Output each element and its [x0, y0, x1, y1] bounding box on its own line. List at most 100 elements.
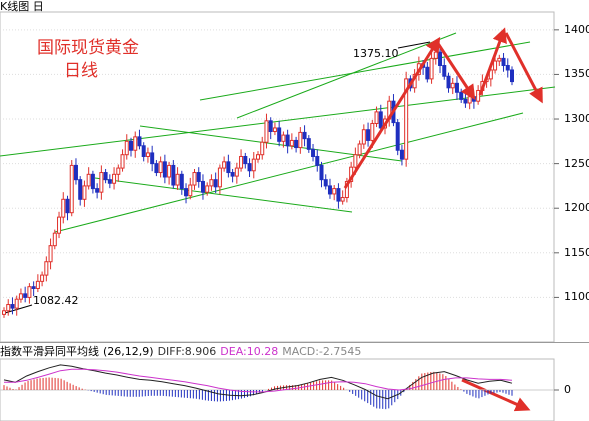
- candle-body: [378, 111, 383, 129]
- candle-body: [268, 120, 273, 133]
- candle-body: [433, 51, 438, 59]
- candle-body: [374, 111, 379, 124]
- candle-body: [205, 185, 210, 193]
- candle-body: [162, 161, 167, 178]
- candle-body: [234, 167, 239, 177]
- candle-body: [107, 179, 112, 184]
- candle-body: [306, 138, 311, 150]
- candle-body: [336, 188, 341, 202]
- candle-body: [497, 57, 502, 62]
- candle-body: [179, 173, 184, 190]
- y-tick-label: 1350: [564, 67, 589, 81]
- candle-body: [471, 96, 476, 102]
- peak-annotation: 1375.10: [353, 47, 399, 60]
- candle-body: [239, 155, 244, 169]
- candle-body: [40, 274, 45, 282]
- candle-body: [446, 75, 451, 89]
- candle-body: [476, 89, 481, 102]
- candle-body: [14, 298, 19, 309]
- candle-body: [73, 164, 78, 181]
- candle-body: [120, 154, 125, 169]
- candle-body: [48, 245, 53, 263]
- candle-body: [90, 173, 95, 190]
- arrows: [343, 27, 543, 412]
- trendline: [0, 86, 556, 157]
- candle-body: [361, 129, 366, 145]
- y-tick-label: 1300: [564, 112, 589, 126]
- candle-body: [459, 91, 464, 100]
- trend-arrow: [461, 378, 531, 412]
- macd-legend-params: (26,12,9): [103, 345, 154, 358]
- candle-body: [23, 293, 28, 298]
- candle-body: [251, 158, 256, 172]
- candle-body: [171, 164, 176, 186]
- candle-body: [438, 51, 443, 67]
- macd-legend: 指数平滑异同平均线 (26,12,9) DIFF:8.906 DEA:10.28 MAC…: [0, 345, 365, 359]
- candle-body: [311, 148, 316, 157]
- candle-body: [340, 197, 345, 202]
- candle-body: [353, 154, 358, 168]
- candle-body: [454, 82, 459, 93]
- window-title-bar: K线图 日: [0, 0, 44, 14]
- candle-body: [285, 134, 290, 147]
- candle-body: [112, 173, 117, 184]
- candle-body: [31, 286, 36, 289]
- candle-body: [272, 127, 277, 133]
- trendline: [54, 112, 524, 233]
- candle-body: [450, 82, 455, 89]
- candle-body: [213, 179, 218, 188]
- candle-body: [370, 122, 375, 141]
- candle-body: [467, 96, 472, 104]
- candle-body: [395, 122, 400, 151]
- candle-body: [327, 185, 332, 195]
- candle-body: [277, 127, 282, 142]
- candle-body: [366, 129, 371, 141]
- candle-body: [302, 131, 307, 140]
- candle-body: [256, 154, 260, 160]
- candle-body: [510, 69, 514, 83]
- candle-body: [332, 188, 337, 195]
- candle-body: [217, 167, 222, 188]
- y-tick-label: 1100: [564, 290, 589, 304]
- candle-body: [95, 188, 100, 193]
- candle-body: [6, 304, 11, 312]
- candle-body: [82, 185, 87, 200]
- candle-body: [222, 161, 227, 169]
- chart-title: 国际现货黄金: [37, 38, 139, 58]
- candle-body: [192, 172, 197, 186]
- candle-body: [116, 167, 121, 175]
- macd-legend-macd: MACD:-2.7545: [282, 345, 362, 358]
- candle-body: [323, 179, 328, 187]
- trend-arrow: [343, 36, 441, 189]
- candle-body: [175, 173, 180, 186]
- candles: [2, 46, 514, 318]
- y-tick-label: 1250: [564, 156, 589, 170]
- candle-body: [184, 188, 189, 197]
- candle-body: [167, 164, 172, 178]
- candle-body: [501, 57, 506, 67]
- candle-body: [86, 173, 91, 187]
- macd-legend-name: 指数平滑异同平均线: [0, 345, 99, 358]
- candle-body: [399, 149, 404, 160]
- candle-body: [357, 143, 362, 156]
- candle-body: [150, 152, 155, 165]
- candle-body: [319, 164, 324, 181]
- candle-body: [429, 57, 434, 80]
- candle-body: [243, 155, 248, 165]
- candle-body: [145, 152, 150, 157]
- candle-body: [247, 163, 252, 172]
- candle-body: [69, 164, 74, 214]
- y-tick-label: 1150: [564, 245, 589, 259]
- candle-body: [61, 198, 66, 218]
- candle-body: [315, 155, 320, 166]
- candle-body: [52, 232, 57, 247]
- candle-body: [124, 140, 129, 156]
- candle-body: [141, 145, 146, 157]
- candle-body: [196, 172, 201, 182]
- candle-body: [264, 120, 269, 143]
- candle-body: [493, 60, 498, 71]
- y-tick-label: 1200: [564, 201, 589, 215]
- candle-body: [18, 293, 23, 300]
- low-annotation: 1082.42: [33, 294, 79, 307]
- candle-body: [260, 141, 265, 156]
